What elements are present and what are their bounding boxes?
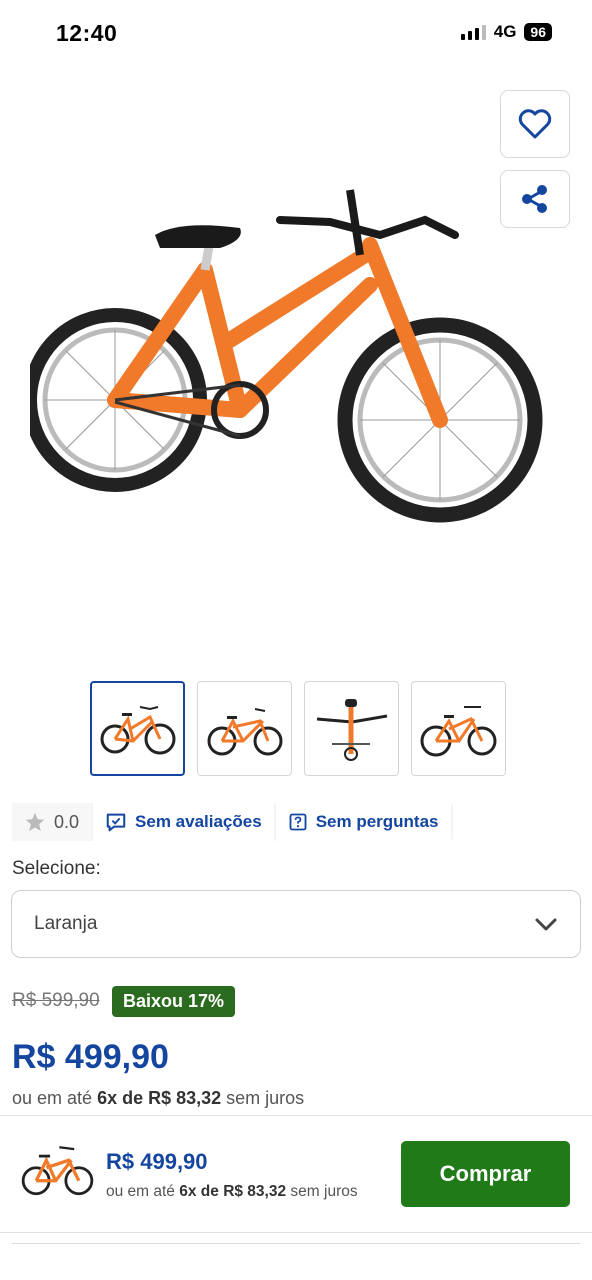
rating-bar: 0.0 Sem avaliações Sem perguntas <box>12 803 453 841</box>
bicycle-thumbnail <box>316 698 387 761</box>
rating-score: 0.0 <box>12 803 92 841</box>
status-bar: 12:40 4G 96 <box>0 0 592 66</box>
product-image[interactable] <box>0 70 592 670</box>
review-icon <box>106 813 126 832</box>
signal-icon <box>460 24 486 40</box>
question-icon <box>289 813 307 831</box>
share-button[interactable] <box>500 170 570 228</box>
installments-info: ou em até 6x de R$ 83,32 sem juros <box>12 1088 305 1108</box>
reviews-link[interactable]: Sem avaliações <box>93 803 274 841</box>
sticky-installments: ou em até 6x de R$ 83,32 sem juros <box>106 1183 358 1200</box>
reviews-link-label: Sem avaliações <box>135 812 262 831</box>
heart-icon <box>518 109 552 139</box>
battery-icon: 96 <box>524 23 552 41</box>
old-price: R$ 599,90 <box>12 990 100 1011</box>
bicycle-thumbnail <box>21 1146 94 1196</box>
divider <box>12 1243 580 1244</box>
questions-link-label: Sem perguntas <box>315 812 439 831</box>
share-icon <box>522 185 547 213</box>
chevron-down-icon <box>535 918 557 931</box>
bicycle-image <box>30 189 543 523</box>
select-label: Selecione: <box>12 858 101 879</box>
sticky-price: R$ 499,90 <box>106 1149 208 1174</box>
thumbnail-gallery <box>90 681 506 776</box>
bicycle-thumbnail <box>207 707 282 755</box>
thumbnail-4[interactable] <box>411 681 506 776</box>
buy-button[interactable]: Comprar <box>401 1141 570 1207</box>
rating-value: 0.0 <box>54 811 80 832</box>
star-icon <box>25 812 45 832</box>
sticky-buy-bar: R$ 499,90 ou em até 6x de R$ 83,32 sem j… <box>0 1115 592 1233</box>
color-select[interactable]: Laranja <box>11 890 581 958</box>
bicycle-thumbnail <box>420 705 496 756</box>
status-indicators: 4G 96 <box>460 22 552 42</box>
favorite-button[interactable] <box>500 90 570 158</box>
network-type: 4G <box>493 22 517 41</box>
thumbnail-2[interactable] <box>197 681 292 776</box>
discount-badge: Baixou 17% <box>112 986 236 1017</box>
selected-color: Laranja <box>34 913 98 934</box>
status-time: 12:40 <box>56 20 118 46</box>
questions-link[interactable]: Sem perguntas <box>275 803 451 841</box>
thumbnail-1[interactable] <box>90 681 185 776</box>
thumbnail-3[interactable] <box>304 681 399 776</box>
price: R$ 499,90 <box>12 1038 169 1076</box>
bicycle-thumbnail <box>100 705 175 754</box>
